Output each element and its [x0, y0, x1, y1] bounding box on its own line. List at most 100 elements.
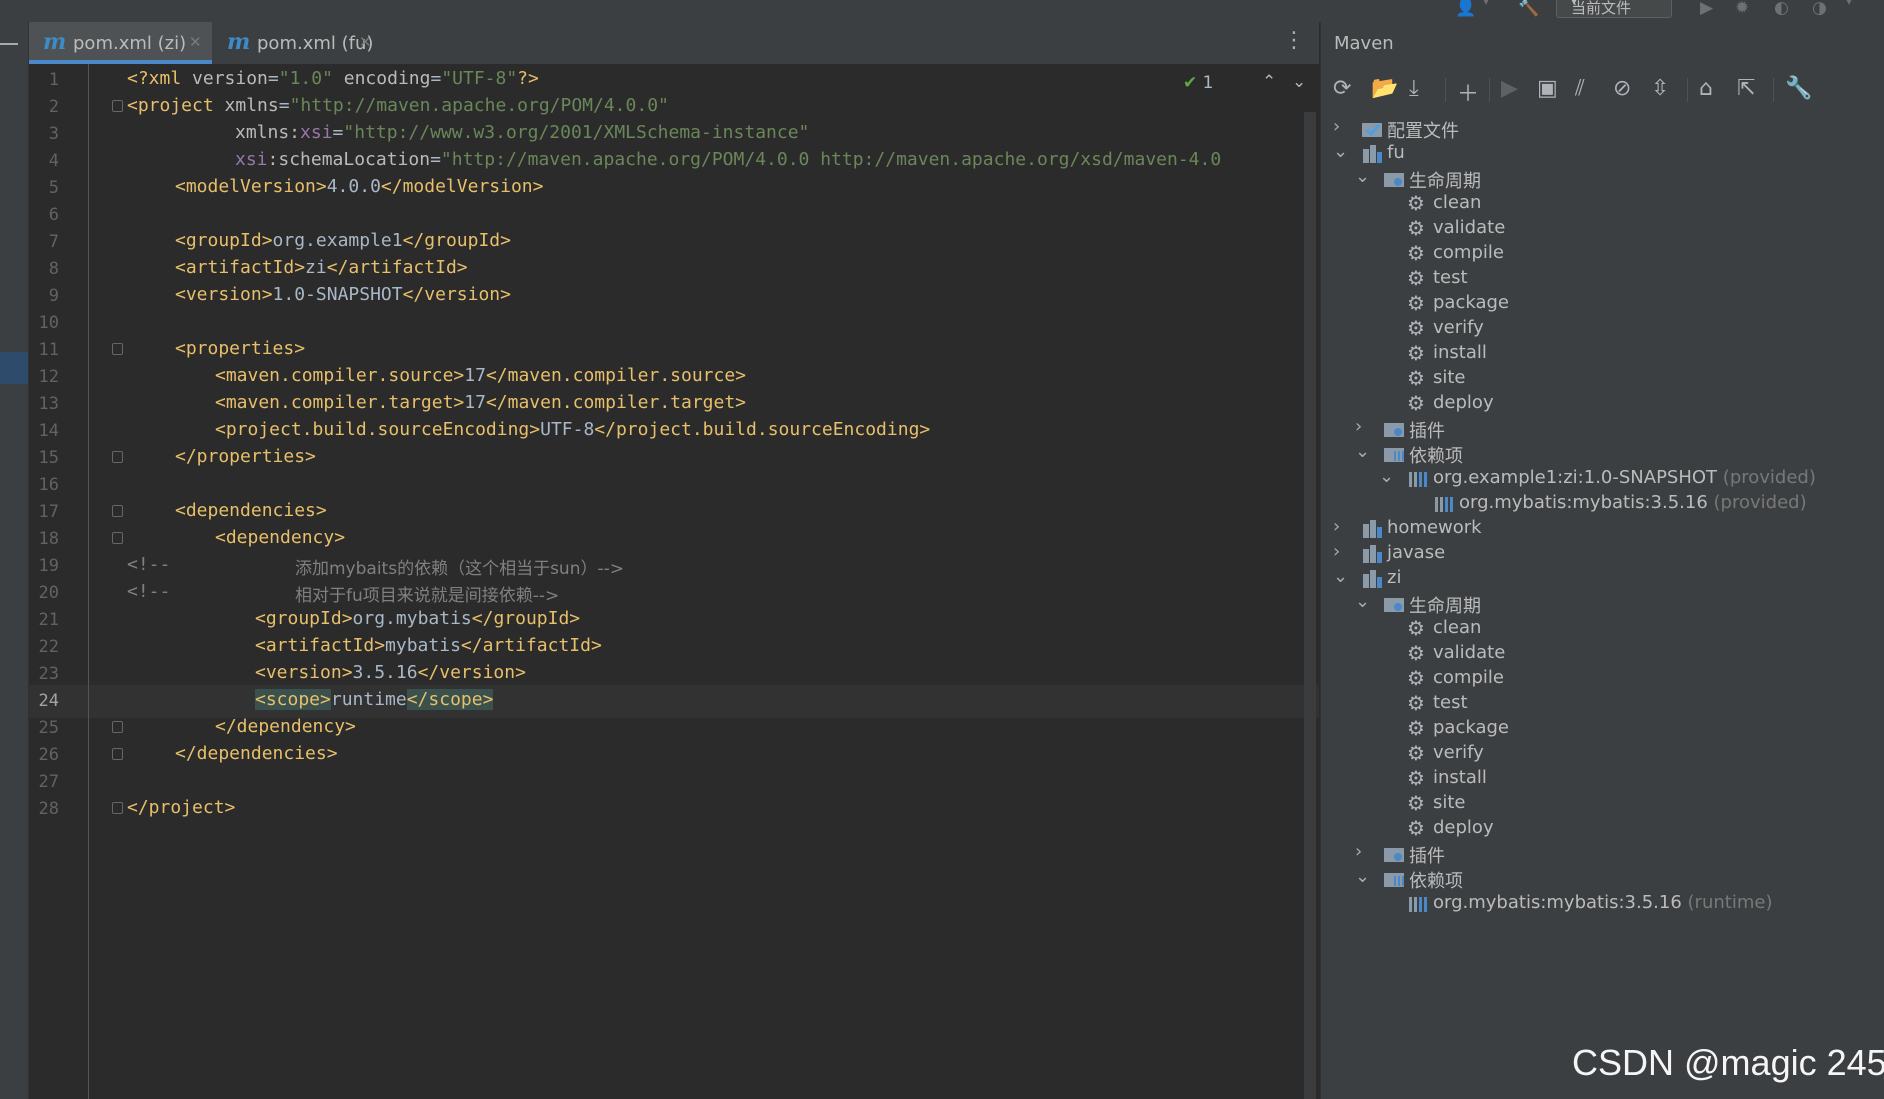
fold-icon[interactable] [112, 505, 123, 517]
code-text[interactable]: <groupId>org.example1</groupId> [175, 230, 511, 251]
code-text[interactable]: <version>3.5.16</version> [255, 662, 526, 683]
code-text[interactable]: xmlns:xsi="http://www.w3.org/2001/XMLSch… [235, 122, 809, 143]
chevron-down-icon[interactable]: ⌄ [1355, 441, 1370, 462]
code-text[interactable]: <scope>runtime</scope> [255, 689, 494, 710]
project-tool-marker[interactable] [0, 352, 28, 384]
chevron-right-icon[interactable]: › [1333, 116, 1340, 137]
user-icon[interactable]: 👤 [1455, 0, 1476, 18]
execute-goal-icon[interactable]: ▣ [1537, 76, 1558, 101]
tree-label: install [1433, 342, 1487, 363]
maven-module-icon [1361, 543, 1383, 565]
collapse-all-icon[interactable]: ⇳ [1651, 76, 1669, 101]
close-icon[interactable]: ✕ [359, 33, 372, 51]
fold-icon[interactable] [112, 343, 123, 355]
gear-icon: ⚙ [1407, 791, 1425, 815]
gear-icon: ⚙ [1407, 816, 1425, 840]
tree-label: compile [1433, 242, 1504, 263]
code-text[interactable]: <version>1.0-SNAPSHOT</version> [175, 284, 511, 305]
comment-text[interactable]: 添加mybaits的依赖（这个相当于sun）--> [295, 554, 624, 579]
top-toolbar: 👤 ▾ 🔨 当前文件 ▾ ▶ ✹ ◐ ◑ ▾ [0, 0, 1884, 23]
minimize-icon[interactable] [0, 43, 18, 45]
toolbar-separator [1489, 78, 1490, 102]
coverage-icon[interactable]: ◐ [1774, 0, 1789, 18]
line-number: 4 [48, 151, 59, 171]
download-icon[interactable]: ⤓ [1409, 76, 1419, 101]
close-icon[interactable]: ✕ [189, 33, 202, 51]
line-number: 6 [48, 205, 59, 225]
code-text[interactable]: <!-- [127, 581, 170, 602]
chevron-up-icon[interactable]: ⌃ [1262, 72, 1276, 92]
fold-icon[interactable] [112, 748, 123, 760]
code-text[interactable]: <groupId>org.mybatis</groupId> [255, 608, 580, 629]
skip-tests-icon[interactable]: ⊘ [1613, 76, 1631, 101]
toolbar-separator [1687, 78, 1688, 102]
gear-icon: ⚙ [1407, 391, 1425, 415]
maven-file-icon: m [227, 29, 251, 55]
fold-icon[interactable] [112, 451, 123, 463]
chevron-down-icon[interactable]: ⌄ [1333, 566, 1348, 587]
code-text[interactable]: <artifactId>mybatis</artifactId> [255, 635, 602, 656]
tree-label: 插件 [1409, 421, 1445, 442]
code-text[interactable]: <artifactId>zi</artifactId> [175, 257, 468, 278]
plus-icon[interactable]: ＋ [1457, 76, 1479, 108]
code-text[interactable]: </dependencies> [175, 743, 338, 764]
expand-all-icon[interactable]: ⇱ [1737, 76, 1755, 101]
code-text[interactable]: xsi:schemaLocation="http://maven.apache.… [235, 149, 1221, 170]
chevron-down-icon[interactable]: ⌄ [1355, 166, 1370, 187]
run-icon[interactable]: ▶ [1700, 0, 1713, 18]
gear-icon: ⚙ [1407, 366, 1425, 390]
comment-text[interactable]: 相对于fu项目来说就是间接依赖--> [295, 581, 559, 606]
fold-icon[interactable] [112, 532, 123, 544]
tab-pom-fu[interactable]: m pom.xml (fu) ✕ [213, 22, 383, 64]
run-configuration-select[interactable]: 当前文件 ▾ [1556, 0, 1672, 18]
reload-icon[interactable]: ⟳ [1333, 76, 1351, 101]
code-text[interactable]: <maven.compiler.target>17</maven.compile… [215, 392, 746, 413]
show-dependencies-icon[interactable]: ⌂ [1699, 76, 1713, 101]
chevron-down-icon[interactable]: ▾ [1483, 0, 1489, 8]
inspection-widget[interactable]: ✔ 1 [1183, 73, 1213, 93]
vertical-scrollbar[interactable] [1304, 112, 1316, 1099]
chevron-right-icon[interactable]: › [1333, 541, 1340, 562]
profile-icon[interactable]: ◑ [1812, 0, 1827, 18]
settings-wrench-icon[interactable]: 🔧 [1785, 76, 1812, 101]
toggle-offline-icon[interactable]: ⫽ [1575, 76, 1585, 101]
chevron-down-icon[interactable]: ⌄ [1355, 866, 1370, 887]
code-editor[interactable]: 1 <?xml version="1.0" encoding="UTF-8"?>… [29, 64, 1319, 1099]
tree-label: fu [1387, 142, 1405, 163]
code-text[interactable]: <!-- [127, 554, 170, 575]
dependency-scope: (runtime) [1687, 892, 1773, 913]
tree-label: verify [1433, 742, 1484, 763]
chevron-right-icon[interactable]: › [1355, 841, 1362, 862]
code-text[interactable]: <dependency> [215, 527, 345, 548]
code-text[interactable]: </properties> [175, 446, 316, 467]
code-text[interactable]: <project xmlns="http://maven.apache.org/… [127, 95, 669, 116]
fold-icon[interactable] [112, 802, 123, 814]
chevron-down-icon[interactable]: ⌄ [1379, 466, 1394, 487]
chevron-down-icon[interactable]: ▾ [1846, 0, 1852, 8]
run-icon[interactable]: ▶ [1501, 76, 1518, 101]
fold-icon[interactable] [112, 100, 123, 112]
add-maven-project-icon[interactable]: 📂 [1371, 76, 1398, 101]
code-text[interactable]: <project.build.sourceEncoding>UTF-8</pro… [215, 419, 930, 440]
code-text[interactable]: <dependencies> [175, 500, 327, 521]
tree-label: verify [1433, 317, 1484, 338]
line-number: 19 [38, 556, 59, 576]
chevron-down-icon[interactable]: ⌄ [1355, 591, 1370, 612]
line-number: 25 [38, 718, 59, 738]
maven-projects-tree: › 配置文件 ⌄ fu ⌄ 生命周期 ⚙ clean ⚙ validate ⚙ com… [1321, 108, 1884, 1099]
chevron-down-icon[interactable]: ⌄ [1292, 72, 1306, 92]
code-text[interactable]: </project> [127, 797, 235, 818]
code-text[interactable]: <modelVersion>4.0.0</modelVersion> [175, 176, 543, 197]
debug-icon[interactable]: ✹ [1735, 0, 1749, 18]
tab-pom-zi[interactable]: m pom.xml (zi) ✕ [29, 22, 212, 64]
chevron-right-icon[interactable]: › [1355, 416, 1362, 437]
more-options-icon[interactable]: ⋮ [1283, 28, 1305, 53]
code-text[interactable]: <maven.compiler.source>17</maven.compile… [215, 365, 746, 386]
chevron-down-icon[interactable]: ⌄ [1333, 141, 1348, 162]
fold-icon[interactable] [112, 721, 123, 733]
chevron-right-icon[interactable]: › [1333, 516, 1340, 537]
code-text[interactable]: <?xml version="1.0" encoding="UTF-8"?> [127, 68, 539, 89]
code-text[interactable]: </dependency> [215, 716, 356, 737]
build-hammer-icon[interactable]: 🔨 [1518, 0, 1539, 18]
code-text[interactable]: <properties> [175, 338, 305, 359]
